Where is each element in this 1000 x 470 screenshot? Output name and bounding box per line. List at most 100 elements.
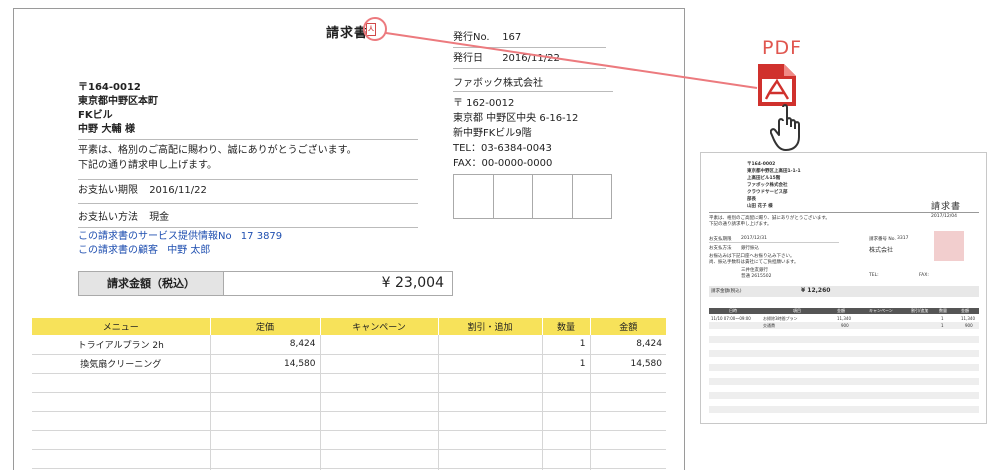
table-cell: 換気扇クリーニング bbox=[32, 354, 211, 374]
preview-cell: 交通費 bbox=[763, 323, 775, 328]
column-header-campaign: キャンペーン bbox=[320, 318, 439, 335]
preview-row bbox=[709, 336, 979, 343]
greeting-line-1: 平素は、格別のご高配に賜わり、誠にありがとうございます。 bbox=[78, 145, 357, 156]
pdf-download-icon[interactable]: 人 bbox=[366, 23, 376, 36]
table-row: トライアルプラン 2h 8,424 1 8,424 bbox=[32, 335, 666, 355]
preview-note-2: 尚、振込手数料は貴社にてご負担願います。 bbox=[709, 260, 799, 265]
service-info-number: 17 3879 bbox=[240, 231, 283, 242]
preview-row bbox=[709, 350, 979, 357]
stamp-boxes bbox=[453, 174, 612, 219]
preview-total-bar bbox=[709, 286, 979, 297]
line-items-table: メニュー 定価 キャンペーン 割引・追加 数量 金額 トライアルプラン 2h 8… bbox=[32, 318, 666, 470]
service-info-label: この請求書のサービス提供情報No bbox=[78, 231, 232, 242]
preview-header-cell: 割引/追加 bbox=[911, 308, 929, 313]
table-cell bbox=[320, 354, 439, 374]
preview-due-date: 2017/12/31 bbox=[741, 236, 767, 241]
table-row bbox=[32, 411, 666, 431]
preview-row bbox=[709, 385, 979, 392]
divider bbox=[78, 203, 418, 204]
divider bbox=[78, 139, 418, 140]
table-cell bbox=[320, 335, 439, 355]
invoice-panel: 請求書 人 発行No. 167 発行日 2016/11/22 〒164-0012… bbox=[13, 8, 685, 470]
table-cell: トライアルプラン 2h bbox=[32, 335, 211, 355]
preview-row bbox=[709, 371, 979, 378]
issuer-fax: FAX：00-0000-0000 bbox=[453, 158, 553, 169]
column-header-quantity: 数量 bbox=[542, 318, 591, 335]
divider bbox=[78, 227, 418, 228]
recipient-address: 〒164-0012 東京都中野区本町 FKビル 中野 大輔 様 bbox=[78, 81, 158, 137]
greeting-line-2: 下記の通り請求申し上げます。 bbox=[78, 160, 217, 171]
preview-dept: 部長 bbox=[747, 197, 756, 202]
table-cell: 8,424 bbox=[590, 335, 666, 355]
issue-number-label: 発行No. bbox=[453, 32, 490, 43]
due-date-row: お支払い期限 2016/11/22 bbox=[78, 184, 207, 198]
preview-cell: 11/10 07:00〜09:00 bbox=[711, 316, 751, 321]
preview-row bbox=[709, 392, 979, 399]
issuer-postal: 〒 162-0012 bbox=[453, 98, 515, 109]
preview-issuer-company: 株式会社 bbox=[869, 247, 894, 254]
divider bbox=[709, 242, 839, 243]
preview-account: 普通 2615502 bbox=[741, 274, 772, 279]
preview-cell: お掃除3時間プラン bbox=[763, 316, 798, 321]
service-info-link[interactable]: この請求書のサービス提供情報No 17 3879 bbox=[78, 230, 282, 244]
preview-row bbox=[709, 406, 979, 413]
customer-link[interactable]: この請求書の顧客 中野 太郎 bbox=[78, 244, 210, 258]
issue-number-row: 発行No. 167 bbox=[453, 29, 606, 48]
preview-header-cell: 数量 bbox=[939, 308, 947, 313]
divider bbox=[709, 212, 979, 213]
preview-company: ファボック株式会社 bbox=[747, 183, 788, 188]
preview-cell: 11,340 bbox=[837, 316, 851, 321]
issuer-tel: TEL：03-6384-0043 bbox=[453, 143, 552, 154]
preview-payment: 銀行振込 bbox=[741, 246, 759, 251]
table-cell: 14,580 bbox=[590, 354, 666, 374]
preview-cell: 11,340 bbox=[961, 316, 975, 321]
total-amount-box: 請求金額（税込） ¥ 23,004 bbox=[78, 271, 453, 296]
preview-total-label: 請求金額(税込) bbox=[711, 289, 742, 294]
pdf-file-icon[interactable] bbox=[754, 63, 800, 107]
preview-header-cell: 日時 bbox=[729, 308, 737, 313]
recipient-name: 中野 大輔 様 bbox=[78, 124, 135, 135]
table-cell: 1 bbox=[542, 354, 591, 374]
preview-title: 請求書 bbox=[931, 202, 962, 212]
issue-date-value: 2016/11/22 bbox=[502, 53, 560, 64]
preview-cell: 900 bbox=[965, 323, 973, 328]
column-header-price: 定価 bbox=[210, 318, 321, 335]
preview-tel: TEL: bbox=[869, 273, 879, 278]
recipient-postal: 〒164-0012 bbox=[78, 82, 141, 93]
invoice-title: 請求書 bbox=[326, 26, 369, 41]
issuer-address: 東京都 中野区中央 6-16-12 bbox=[453, 113, 579, 124]
divider bbox=[78, 179, 418, 180]
table-row bbox=[32, 392, 666, 412]
customer-label: この請求書の顧客 bbox=[78, 245, 158, 256]
preview-header-cell: キャンペーン bbox=[869, 308, 893, 313]
table-cell bbox=[438, 354, 543, 374]
preview-issue-no-label: 請求番号 No. bbox=[869, 237, 896, 242]
preview-header-cell: 金額 bbox=[837, 308, 845, 313]
payment-method-label: お支払い方法 bbox=[78, 212, 138, 223]
due-date-label: お支払い期限 bbox=[78, 185, 138, 196]
issuer-company: ファボック株式会社 bbox=[453, 78, 543, 89]
preview-header-cell: 金額 bbox=[961, 308, 969, 313]
preview-row bbox=[709, 343, 979, 350]
greeting: 平素は、格別のご高配に賜わり、誠にありがとうございます。 下記の通り請求申し上げ… bbox=[78, 143, 357, 173]
preview-row bbox=[709, 364, 979, 371]
total-amount-label: 請求金額（税込） bbox=[79, 272, 224, 295]
pdf-label: PDF bbox=[762, 37, 803, 59]
preview-row bbox=[709, 378, 979, 385]
preview-row bbox=[709, 357, 979, 364]
preview-row bbox=[709, 399, 979, 406]
table-row bbox=[32, 373, 666, 393]
preview-issue-no: 3317 bbox=[897, 236, 909, 241]
preview-total-value: ¥ 12,260 bbox=[801, 287, 831, 294]
preview-service: クラウドサービス部 bbox=[747, 190, 788, 195]
issue-date-row: 発行日 2016/11/22 bbox=[453, 50, 606, 69]
table-cell: 1 bbox=[542, 335, 591, 355]
payment-method-row: お支払い方法 現金 bbox=[78, 211, 169, 225]
divider bbox=[453, 91, 613, 92]
issue-number-value: 167 bbox=[502, 32, 522, 43]
payment-method-value: 現金 bbox=[149, 212, 170, 223]
preview-address: 東京都中野区上高田1-1-1 bbox=[747, 169, 801, 174]
table-row bbox=[32, 430, 666, 450]
preview-header-cell: 項目 bbox=[793, 308, 801, 313]
table-cell: 14,580 bbox=[210, 354, 321, 374]
